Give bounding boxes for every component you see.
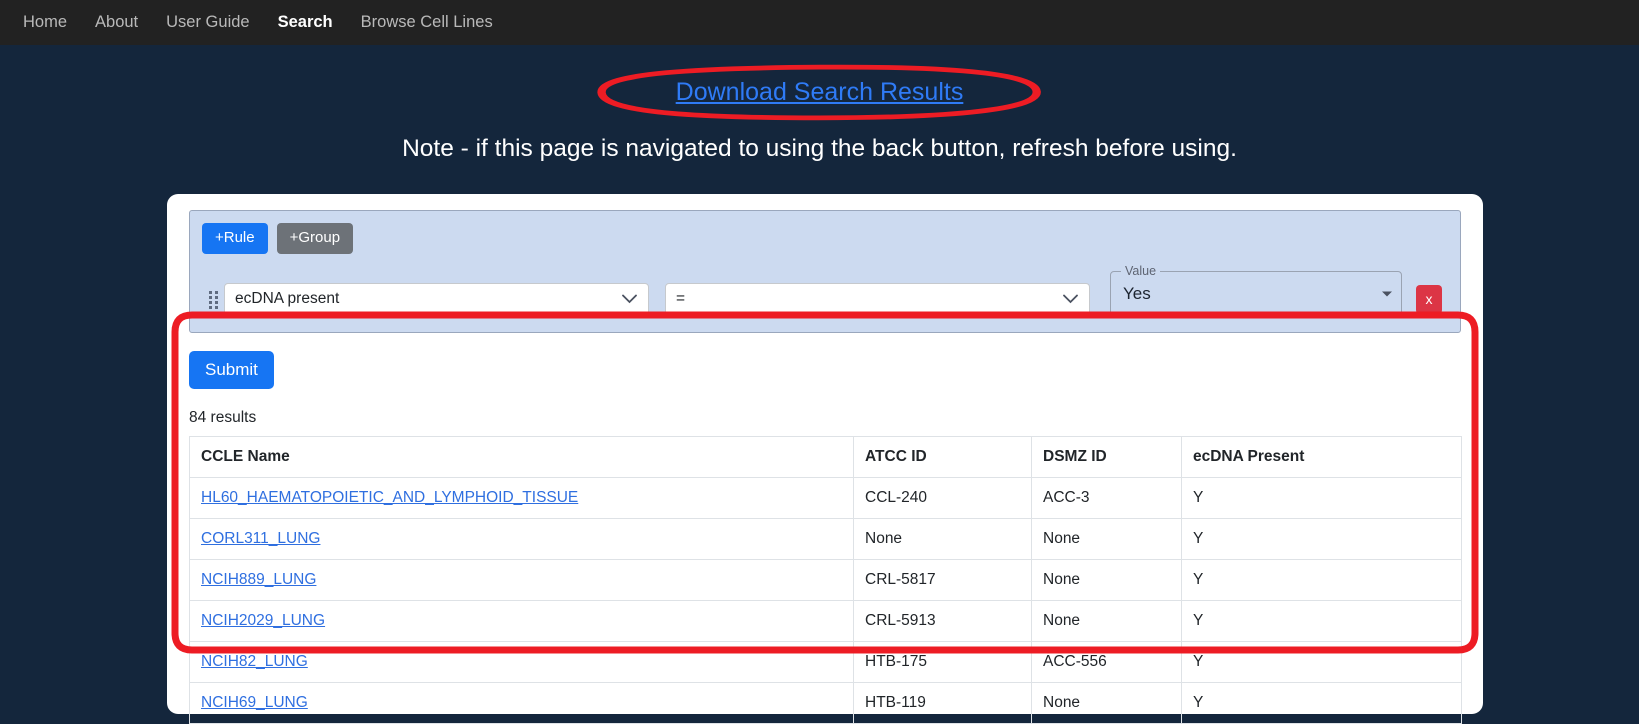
cell-line-link[interactable]: NCIH69_LUNG	[201, 694, 308, 711]
cell-line-link[interactable]: NCIH82_LUNG	[201, 653, 308, 670]
cell-line-link[interactable]: NCIH889_LUNG	[201, 571, 316, 588]
delete-rule-button[interactable]: x	[1416, 284, 1442, 314]
cell-atcc-id: HTB-119	[853, 681, 1032, 724]
add-rule-button[interactable]: +Rule	[202, 223, 268, 254]
rule-operator-value: =	[676, 290, 686, 307]
cell-atcc-id: CCL-240	[853, 476, 1032, 519]
search-card: +Rule +Group ecDNA present = Value Yes x…	[167, 194, 1483, 724]
cell-ecdna-present: Y	[1181, 476, 1462, 519]
add-group-button[interactable]: +Group	[276, 223, 354, 254]
cell-dsmz-id: ACC-3	[1031, 476, 1182, 519]
cell-atcc-id: None	[853, 517, 1032, 560]
cell-ecdna-present: Y	[1181, 681, 1462, 724]
column-header-ecdna-present: ecDNA Present	[1181, 435, 1462, 478]
cell-ccle-name: CORL311_LUNG	[189, 517, 854, 560]
nav-item-user-guide[interactable]: User Guide	[152, 0, 263, 45]
rule-value-label: Value	[1121, 262, 1161, 279]
column-header-dsmz-id: DSMZ ID	[1031, 435, 1182, 478]
rule-value-select[interactable]: Value Yes	[1110, 262, 1402, 318]
nav-item-home[interactable]: Home	[9, 0, 81, 45]
hero-section: Download Search Results Note - if this p…	[0, 45, 1639, 163]
cell-ecdna-present: Y	[1181, 640, 1462, 683]
chevron-down-icon	[622, 294, 637, 304]
download-link-wrapper: Download Search Results	[596, 64, 1044, 121]
top-navigation: Home About User Guide Search Browse Cell…	[0, 0, 1639, 45]
drag-dots-icon	[208, 290, 218, 309]
cell-atcc-id: CRL-5913	[853, 599, 1032, 642]
cell-dsmz-id: None	[1031, 681, 1182, 724]
cell-ccle-name: NCIH2029_LUNG	[189, 599, 854, 642]
results-table-body: HL60_HAEMATOPOIETIC_AND_LYMPHOID_TISSUE …	[189, 476, 1462, 724]
cell-line-link[interactable]: NCIH2029_LUNG	[201, 612, 325, 629]
table-row: NCIH2029_LUNG CRL-5913 None Y	[189, 599, 1462, 642]
results-count: 84 results	[189, 408, 257, 426]
nav-item-browse-cell-lines[interactable]: Browse Cell Lines	[347, 0, 507, 45]
cell-line-link[interactable]: CORL311_LUNG	[201, 530, 320, 547]
cell-ccle-name: NCIH69_LUNG	[189, 681, 854, 724]
table-row: NCIH889_LUNG CRL-5817 None Y	[189, 558, 1462, 601]
rule-value-text: Yes	[1123, 284, 1151, 303]
query-builder-actions: +Rule +Group	[202, 223, 1448, 254]
dropdown-arrow-icon	[1382, 291, 1392, 297]
column-header-atcc-id: ATCC ID	[853, 435, 1032, 478]
cell-atcc-id: CRL-5817	[853, 558, 1032, 601]
download-search-results-link[interactable]: Download Search Results	[676, 78, 964, 106]
rule-field-select[interactable]: ecDNA present	[224, 282, 649, 316]
cell-dsmz-id: ACC-556	[1031, 640, 1182, 683]
cell-dsmz-id: None	[1031, 558, 1182, 601]
cell-ccle-name: NCIH889_LUNG	[189, 558, 854, 601]
table-row: CORL311_LUNG None None Y	[189, 517, 1462, 560]
cell-dsmz-id: None	[1031, 599, 1182, 642]
rule-operator-select[interactable]: =	[665, 282, 1090, 316]
cell-ccle-name: NCIH82_LUNG	[189, 640, 854, 683]
results-table: CCLE Name ATCC ID DSMZ ID ecDNA Present …	[189, 435, 1462, 724]
submit-section: Submit	[189, 333, 1461, 389]
cell-ecdna-present: Y	[1181, 517, 1462, 560]
rule-field-value: ecDNA present	[235, 290, 340, 307]
table-row: NCIH69_LUNG HTB-119 None Y	[189, 681, 1462, 724]
table-header-row: CCLE Name ATCC ID DSMZ ID ecDNA Present	[189, 435, 1462, 478]
nav-item-search[interactable]: Search	[264, 0, 347, 45]
page-note: Note - if this page is navigated to usin…	[402, 135, 1237, 162]
cell-dsmz-id: None	[1031, 517, 1182, 560]
table-row: NCIH82_LUNG HTB-175 ACC-556 Y	[189, 640, 1462, 683]
submit-button[interactable]: Submit	[189, 350, 274, 389]
cell-ecdna-present: Y	[1181, 599, 1462, 642]
query-rule-row: ecDNA present = Value Yes x	[202, 262, 1448, 318]
drag-handle-icon[interactable]	[202, 283, 224, 317]
nav-item-about[interactable]: About	[81, 0, 152, 45]
query-builder-panel: +Rule +Group ecDNA present = Value Yes x	[189, 210, 1461, 333]
cell-atcc-id: HTB-175	[853, 640, 1032, 683]
table-row: HL60_HAEMATOPOIETIC_AND_LYMPHOID_TISSUE …	[189, 476, 1462, 519]
cell-ecdna-present: Y	[1181, 558, 1462, 601]
cell-line-link[interactable]: HL60_HAEMATOPOIETIC_AND_LYMPHOID_TISSUE	[201, 489, 578, 506]
results-table-head: CCLE Name ATCC ID DSMZ ID ecDNA Present	[189, 435, 1462, 478]
column-header-ccle-name: CCLE Name	[189, 435, 854, 478]
chevron-down-icon	[1063, 294, 1078, 304]
cell-ccle-name: HL60_HAEMATOPOIETIC_AND_LYMPHOID_TISSUE	[189, 476, 854, 519]
